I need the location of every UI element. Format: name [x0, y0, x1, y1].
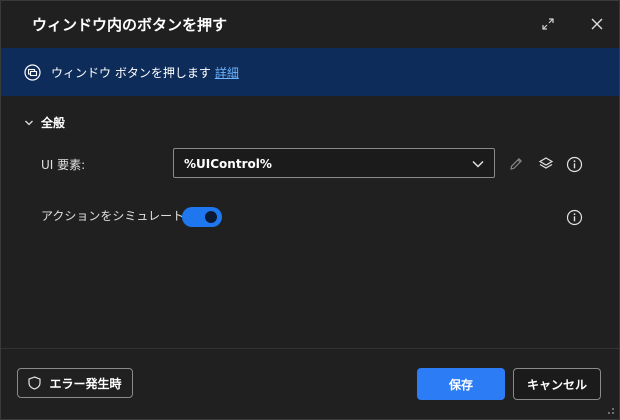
- banner-text-line: ウィンドウ ボタンを押します 詳細: [51, 64, 239, 81]
- details-link[interactable]: 詳細: [215, 66, 239, 80]
- pencil-icon: [510, 158, 522, 170]
- footer-divider: [1, 348, 619, 349]
- info-icon: [566, 156, 582, 172]
- cancel-button[interactable]: キャンセル: [513, 368, 601, 400]
- ui-element-label: UI 要素:: [41, 158, 86, 172]
- window-action-icon: [24, 64, 41, 81]
- ui-element-info-button[interactable]: [564, 154, 584, 174]
- layers-button[interactable]: [536, 154, 556, 174]
- simulate-info-button[interactable]: [564, 207, 584, 227]
- chevron-down-icon: [472, 160, 484, 168]
- section-general-toggle[interactable]: 全般: [24, 114, 65, 131]
- chevron-down-icon: [25, 120, 33, 125]
- on-error-button[interactable]: エラー発生時: [17, 368, 133, 398]
- close-icon: [591, 18, 603, 30]
- shield-icon: [28, 376, 42, 390]
- info-icon: [566, 209, 582, 225]
- ui-element-value: %UIControl%: [184, 157, 272, 171]
- expand-button[interactable]: [536, 12, 560, 36]
- close-button[interactable]: [585, 12, 609, 36]
- title-bar: ウィンドウ内のボタンを押す: [1, 1, 619, 47]
- resize-grip-icon[interactable]: [605, 405, 615, 415]
- dialog-title: ウィンドウ内のボタンを押す: [32, 16, 228, 34]
- section-title: 全般: [41, 116, 66, 130]
- on-error-label: エラー発生時: [49, 376, 122, 391]
- layers-icon: [538, 157, 554, 169]
- simulate-toggle[interactable]: [182, 207, 222, 227]
- expand-icon: [542, 18, 554, 30]
- ui-element-select[interactable]: %UIControl%: [173, 148, 495, 178]
- edit-element-button[interactable]: [506, 154, 526, 174]
- dialog: ウィンドウ内のボタンを押す ウィンドウ ボタンを押します 詳細 全般 UI 要素:: [0, 0, 620, 420]
- cancel-label: キャンセル: [526, 377, 587, 392]
- save-label: 保存: [448, 377, 473, 392]
- banner-description: ウィンドウ ボタンを押します: [51, 66, 211, 80]
- toggle-knob: [205, 211, 217, 223]
- info-banner: ウィンドウ ボタンを押します 詳細: [1, 48, 619, 96]
- save-button[interactable]: 保存: [417, 368, 505, 400]
